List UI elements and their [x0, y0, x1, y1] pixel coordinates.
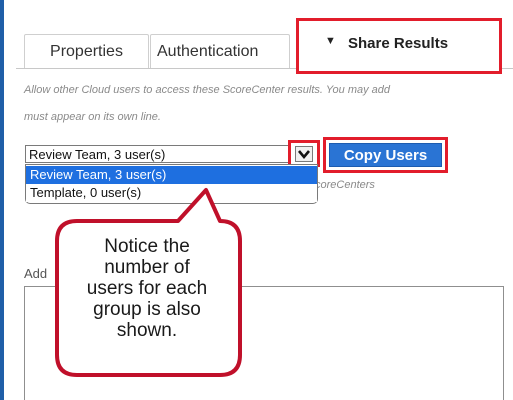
callout-line: shown.	[116, 320, 178, 341]
copy-users-highlight: Copy Users	[323, 137, 448, 173]
help-text-line-2: must appear on its own line.	[24, 111, 161, 123]
callout-line: number of	[104, 257, 190, 278]
callout-line: users for each	[86, 278, 208, 299]
scorecenters-text: coreCenters	[315, 179, 375, 191]
select-arrow-highlight[interactable]	[288, 140, 320, 167]
help-text-line-1: Allow other Cloud users to access these …	[24, 84, 391, 96]
caret-down-icon: ▼	[325, 35, 336, 47]
copy-users-button[interactable]: Copy Users	[329, 143, 442, 167]
group-select[interactable]: Review Team, 3 user(s)	[25, 145, 292, 163]
callout-text: Notice the number of users for each grou…	[58, 236, 236, 341]
group-dropdown-list: Review Team, 3 user(s) Template, 0 user(…	[25, 164, 318, 204]
callout-line: group is also	[93, 299, 201, 320]
dropdown-option-review-team[interactable]: Review Team, 3 user(s)	[26, 166, 317, 184]
dropdown-option-template[interactable]: Template, 0 user(s)	[26, 184, 317, 202]
window-left-border	[0, 0, 4, 400]
tab-properties[interactable]: Properties	[24, 34, 149, 68]
add-users-label: Add	[24, 266, 48, 281]
tab-share-results[interactable]: ▼ Share Results	[296, 18, 502, 74]
callout-line: Notice the	[104, 236, 190, 257]
share-results-panel: Properties Authentication ▼ Share Result…	[0, 0, 513, 400]
select-arrow-button[interactable]	[295, 146, 313, 162]
tab-authentication[interactable]: Authentication	[150, 34, 290, 68]
tab-share-results-label: Share Results	[348, 35, 449, 52]
chevron-down-icon	[298, 150, 310, 160]
